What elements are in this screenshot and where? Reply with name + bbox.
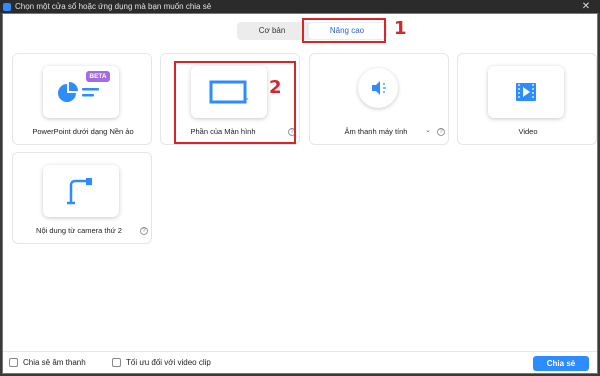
computer-audio-icon bbox=[372, 81, 386, 95]
card-label: PowerPoint dưới dạng Nền ảo bbox=[32, 127, 134, 136]
chevron-down-icon[interactable]: ⌄ bbox=[425, 126, 431, 134]
card-thumbnail bbox=[358, 68, 398, 108]
help-icon[interactable]: ? bbox=[437, 128, 445, 136]
card-video[interactable]: Video bbox=[457, 53, 597, 145]
annotation-number-2: 2 bbox=[269, 77, 282, 98]
beta-badge: BETA bbox=[86, 71, 110, 82]
title-bar: Chọn một cửa sổ hoặc ứng dụng mà bạn muố… bbox=[0, 0, 600, 13]
optimize-video-checkbox[interactable] bbox=[112, 358, 121, 367]
card-thumbnail bbox=[488, 66, 564, 118]
window-title: Chọn một cửa sổ hoặc ứng dụng mà bạn muố… bbox=[15, 2, 212, 11]
card-powerpoint-background[interactable]: BETA PowerPoint dưới dạng Nền ảo bbox=[12, 53, 152, 145]
footer-bar: Chia sẻ âm thanh Tối ưu đối với video cl… bbox=[3, 351, 597, 373]
optimize-video-label: Tối ưu đối với video clip bbox=[126, 358, 211, 367]
share-audio-label: Chia sẻ âm thanh bbox=[23, 358, 86, 367]
close-icon[interactable]: ✕ bbox=[572, 0, 600, 13]
annotation-number-1: 1 bbox=[394, 18, 407, 39]
tab-basic[interactable]: Cơ bản bbox=[239, 23, 305, 39]
card-second-camera[interactable]: Nội dung từ camera thứ 2 ? bbox=[12, 152, 152, 244]
share-audio-checkbox[interactable] bbox=[9, 358, 18, 367]
card-label: Video bbox=[518, 127, 538, 136]
card-thumbnail bbox=[43, 165, 119, 217]
second-camera-icon bbox=[67, 178, 92, 205]
help-icon[interactable]: ? bbox=[140, 227, 148, 235]
card-thumbnail: BETA bbox=[43, 66, 119, 118]
annotation-box-card bbox=[174, 61, 296, 144]
share-dialog: Cơ bản Nâng cao 1 BETA PowerPoint dưới d… bbox=[2, 13, 598, 374]
annotation-box-tab bbox=[302, 18, 386, 43]
zoom-app-icon bbox=[3, 3, 11, 11]
card-computer-audio[interactable]: Âm thanh máy tính ⌄ ? bbox=[309, 53, 449, 145]
share-button[interactable]: Chia sẻ bbox=[533, 356, 589, 371]
video-icon bbox=[516, 83, 536, 101]
card-label: Nội dung từ camera thứ 2 bbox=[36, 226, 122, 235]
